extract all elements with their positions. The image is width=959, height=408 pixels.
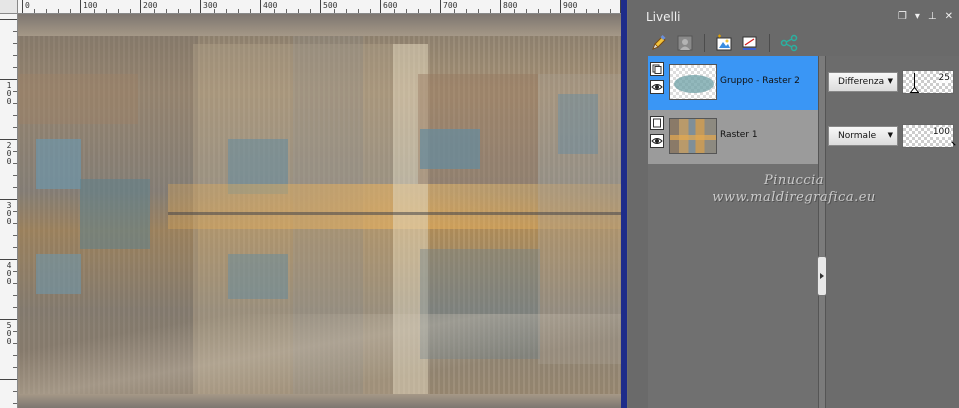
new-raster-layer-button[interactable]: [713, 33, 735, 53]
new-vector-layer-button[interactable]: [739, 33, 761, 53]
panel-title: Livelli: [646, 10, 681, 24]
layer-row-raster-1[interactable]: Raster 1: [648, 110, 818, 164]
layer-thumbnail: [669, 118, 717, 154]
opacity-slider[interactable]: 100: [902, 124, 956, 148]
opacity-slider[interactable]: 25: [902, 70, 954, 94]
layers-toolbar: [632, 30, 959, 56]
layer-properties-row: Normale ▼ 100: [826, 110, 959, 164]
ruler-label: 600: [383, 1, 398, 10]
restore-panel-button[interactable]: ❐: [898, 11, 907, 22]
mask-icon: [677, 35, 693, 51]
visibility-eye-icon[interactable]: [650, 80, 664, 94]
layer-name: Gruppo - Raster 2: [720, 76, 800, 86]
new-layer-icon: [716, 34, 732, 51]
panel-controls: ❐ ▾ ⊥ ✕: [898, 11, 953, 22]
layers-list: Gruppo - Raster 2 Raster 1: [648, 56, 818, 408]
blend-mode-select[interactable]: Normale ▼: [828, 126, 898, 146]
mask-layer-button[interactable]: [674, 33, 696, 53]
ruler-label: 100: [83, 1, 98, 10]
canvas-area: 0 100 200 300 400 500 600 700 800 900 1 …: [0, 0, 627, 408]
chevron-right-icon: [820, 273, 824, 279]
link-layers-button[interactable]: [778, 33, 800, 53]
blend-mode-select[interactable]: Differenza ▼: [828, 72, 898, 92]
link-icon: [780, 34, 798, 52]
vertical-ruler: 1 0 0 2 0 0 3 0 0 4 0 0 5 0 0: [0, 14, 18, 408]
dropdown-arrow-icon: ▼: [887, 131, 893, 139]
pencil-icon: [652, 35, 666, 50]
horizon-line: [168, 212, 627, 215]
layer-properties-row: Differenza ▼ 25: [826, 56, 959, 110]
horizontal-ruler: 0 100 200 300 400 500 600 700 800 900: [18, 0, 627, 14]
layers-panel: Livelli ❐ ▾ ⊥ ✕ Gruppo - Raster 2 Raster…: [628, 0, 959, 408]
layer-name: Raster 1: [720, 130, 758, 140]
ruler-label: 4 0 0: [6, 261, 12, 286]
panel-header: Livelli ❐ ▾ ⊥ ✕: [632, 0, 959, 30]
ruler-label: 800: [503, 1, 518, 10]
vector-layer-icon: [742, 36, 757, 50]
layer-group-icon[interactable]: [650, 62, 664, 76]
ruler-label: 400: [263, 1, 278, 10]
ruler-label: 700: [443, 1, 458, 10]
layer-row-gruppo-raster-2[interactable]: Gruppo - Raster 2: [648, 56, 818, 110]
layer-properties-column: Differenza ▼ 25 Normale ▼ 100: [826, 56, 959, 408]
ruler-label: 5 0 0: [6, 321, 12, 346]
layer-thumbnail: [669, 64, 717, 100]
panel-menu-button[interactable]: ▾: [915, 11, 920, 22]
edit-layer-button[interactable]: [648, 33, 670, 53]
pin-panel-button[interactable]: ⊥: [928, 11, 937, 22]
ruler-label: 1 0 0: [6, 81, 12, 106]
ruler-corner: [0, 0, 18, 14]
ruler-label: 500: [323, 1, 338, 10]
ruler-label: 3 0 0: [6, 201, 12, 226]
ruler-label: 900: [563, 1, 578, 10]
layer-raster-icon[interactable]: [650, 116, 664, 130]
watermark: Pinuccia www.maldiregrafica.eu: [712, 173, 876, 205]
close-panel-button[interactable]: ✕: [945, 11, 953, 22]
opacity-value: 100: [932, 127, 950, 137]
ruler-label: 0: [25, 1, 30, 10]
opacity-value: 25: [938, 73, 950, 83]
ruler-label: 2 0 0: [6, 141, 12, 166]
panel-splitter[interactable]: [817, 56, 827, 408]
dropdown-arrow-icon: ▼: [887, 77, 893, 85]
visibility-eye-icon[interactable]: [650, 134, 664, 148]
image-canvas[interactable]: [18, 14, 627, 408]
canvas-window-border: [621, 0, 627, 408]
ruler-label: 300: [203, 1, 218, 10]
ruler-label: 200: [143, 1, 158, 10]
